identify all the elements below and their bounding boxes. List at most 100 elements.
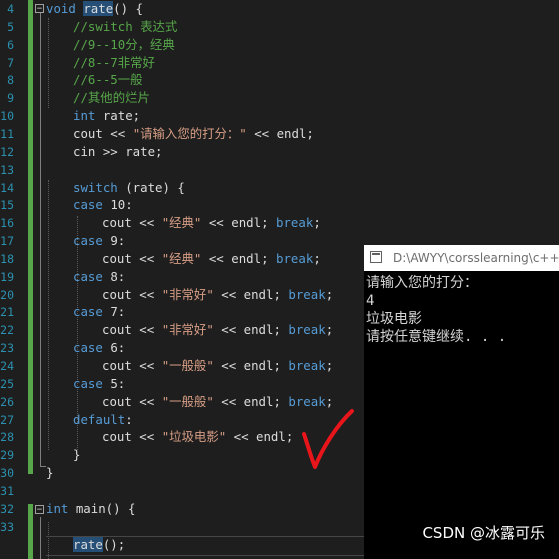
code-token: << endl; xyxy=(213,286,289,302)
code-line[interactable]: cin >> rate; xyxy=(73,143,163,161)
line-number: 26 xyxy=(0,394,14,409)
code-token: "垃圾电影" xyxy=(161,429,227,445)
code-token: cout << xyxy=(102,358,162,373)
code-token: } xyxy=(46,465,54,481)
code-token: break xyxy=(288,286,326,302)
code-line[interactable]: //8--7非常好 xyxy=(73,54,155,72)
fold-region-line xyxy=(40,517,41,559)
console-window[interactable]: D:\AWYY\corsslearning\c++\ 请输入您的打分： 4 垃圾… xyxy=(364,245,559,559)
indent-guide xyxy=(48,180,49,450)
line-number: 18 xyxy=(0,251,14,266)
code-line[interactable]: cout << "非常好" << endl; break; xyxy=(102,286,333,304)
line-number: 8 xyxy=(7,73,14,88)
console-line: 垃圾电影 xyxy=(366,311,422,327)
code-token: << endl; xyxy=(201,215,276,231)
code-token: main() { xyxy=(75,500,136,516)
code-token: case xyxy=(73,304,111,320)
code-line[interactable]: case 6: xyxy=(73,339,125,357)
code-token: "请输入您的打分：" xyxy=(132,125,247,141)
code-line[interactable]: cout << "垃圾电影" << endl; xyxy=(102,428,293,446)
line-number: 19 xyxy=(0,269,14,284)
console-line: 请输入您的打分： xyxy=(366,275,478,291)
code-token: int xyxy=(73,108,103,124)
fold-toggle-rate[interactable]: − xyxy=(35,4,44,14)
line-number: 21 xyxy=(0,305,14,320)
code-line[interactable]: rate(); xyxy=(73,536,125,554)
code-token: default xyxy=(73,411,126,427)
line-number: 16 xyxy=(0,216,14,231)
code-token: break xyxy=(288,358,326,373)
code-line[interactable]: } xyxy=(46,464,53,482)
code-line[interactable]: case 10: xyxy=(73,196,133,214)
line-number: 6 xyxy=(7,37,14,52)
code-line[interactable]: //9--10分，经典 xyxy=(73,36,175,54)
code-line[interactable]: //switch 表达式 xyxy=(73,18,177,36)
fold-toggle-main[interactable]: − xyxy=(35,505,44,515)
code-line[interactable]: case 8: xyxy=(73,268,125,286)
code-token: case xyxy=(73,233,111,249)
code-token: switch xyxy=(73,179,126,195)
code-token: void xyxy=(46,1,84,16)
code-line[interactable]: case 5: xyxy=(73,375,125,393)
code-line[interactable]: //其他的烂片 xyxy=(73,89,150,107)
code-token: ; xyxy=(325,322,334,338)
code-token: << endl; xyxy=(246,125,314,141)
code-token: 9: xyxy=(110,233,126,249)
line-number: 33 xyxy=(0,519,14,534)
line-number: 7 xyxy=(7,55,14,70)
code-token: 7: xyxy=(110,304,126,320)
line-number: 9 xyxy=(7,91,14,106)
code-token: "经典" xyxy=(161,250,202,266)
code-token: int xyxy=(46,500,76,516)
code-token: : xyxy=(125,411,133,427)
code-line[interactable]: case 9: xyxy=(73,232,125,250)
line-number: 29 xyxy=(0,448,14,463)
watermark: CSDN @冰露可乐 xyxy=(422,524,545,542)
change-indicator-bar xyxy=(28,504,33,559)
code-line[interactable]: default: xyxy=(73,411,133,429)
line-number: 20 xyxy=(0,287,14,302)
change-indicator-bar xyxy=(28,0,33,474)
code-line[interactable]: cout << "经典" << endl; break; xyxy=(102,214,321,232)
code-token: ; xyxy=(325,358,334,373)
code-line[interactable]: //6--5一般 xyxy=(73,71,143,89)
code-line[interactable]: case 7: xyxy=(73,303,125,321)
code-token: case xyxy=(73,375,111,391)
console-title-bar[interactable]: D:\AWYY\corsslearning\c++\ xyxy=(364,245,559,271)
line-number: 30 xyxy=(0,466,14,481)
console-title: D:\AWYY\corsslearning\c++\ xyxy=(393,251,559,265)
code-token: << endl; xyxy=(201,250,276,266)
console-app-icon xyxy=(370,251,382,263)
code-token: cout << xyxy=(102,393,162,409)
line-number: 11 xyxy=(0,126,14,141)
line-number: 4 xyxy=(7,2,14,16)
code-token: "经典" xyxy=(161,215,202,231)
code-token: << endl; xyxy=(226,429,294,445)
fold-region-line xyxy=(40,13,41,467)
console-output: 请输入您的打分： 4 垃圾电影 请按任意键继续. . . xyxy=(366,274,506,346)
code-line[interactable]: cout << "非常好" << endl; break; xyxy=(102,321,333,339)
line-number: 10 xyxy=(0,109,14,124)
code-token: //6--5一般 xyxy=(73,72,143,88)
code-line[interactable]: int main() { xyxy=(46,500,136,518)
line-number: 32 xyxy=(0,501,14,516)
line-number-gutter: 4 5 6 7 8 9 10 11 12 13 14 15 16 17 18 19 20 21 22 23 24 25 26… xyxy=(0,0,26,559)
line-number: 23 xyxy=(0,341,14,356)
code-token: rate xyxy=(83,1,114,16)
code-line[interactable]: int rate; xyxy=(73,107,140,125)
code-token: ; xyxy=(313,215,321,231)
code-line[interactable]: cout << "请输入您的打分：" << endl; xyxy=(73,125,314,143)
code-line[interactable]: void rate() { xyxy=(46,0,143,18)
code-line[interactable]: } xyxy=(73,446,80,464)
code-token: break xyxy=(276,250,314,266)
code-token: //其他的烂片 xyxy=(73,90,150,106)
code-token: case xyxy=(73,197,111,213)
code-token: case xyxy=(73,268,111,284)
code-token: } xyxy=(73,447,81,463)
code-token: cout << xyxy=(73,125,133,141)
code-token: cout << xyxy=(102,429,162,445)
code-token: << endl; xyxy=(213,322,289,338)
code-line[interactable]: cout << "一般般" << endl; break; xyxy=(102,357,333,375)
code-line[interactable]: cout << "经典" << endl; break; xyxy=(102,250,321,268)
code-line[interactable]: switch (rate) { xyxy=(73,179,185,197)
